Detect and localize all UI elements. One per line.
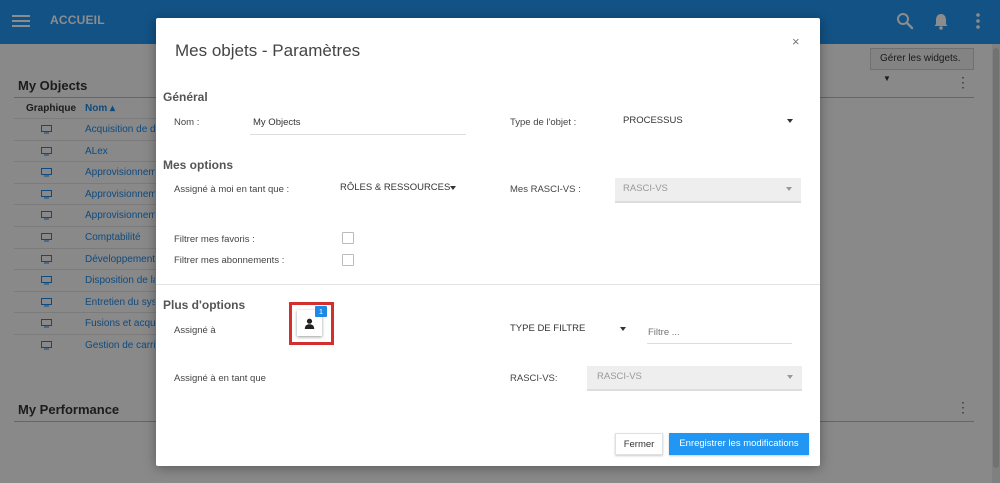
- my-rasci-value: RASCI-VS: [623, 183, 668, 194]
- caret-down-icon: [786, 187, 792, 191]
- my-rasci-label: Mes RASCI-VS :: [510, 184, 581, 195]
- object-type-select[interactable]: PROCESSUS: [623, 115, 795, 133]
- name-label: Nom :: [174, 117, 200, 128]
- filter-type-select[interactable]: TYPE DE FILTRE: [510, 323, 628, 341]
- dialog-title: Mes objets - Paramètres: [175, 41, 361, 60]
- section-general-heading: Général: [163, 90, 208, 104]
- my-rasci-select[interactable]: RASCI-VS: [615, 178, 801, 203]
- settings-dialog: Mes objets - Paramètres × Général Nom : …: [156, 18, 820, 466]
- save-changes-button[interactable]: Enregistrer les modifications: [669, 433, 809, 455]
- filter-favorites-checkbox[interactable]: [342, 232, 354, 244]
- caret-down-icon: [787, 375, 793, 379]
- caret-down-icon: [450, 186, 456, 190]
- assigned-to-label: Assigné à: [174, 325, 216, 336]
- assigned-as-select[interactable]: RÔLES & RESSOURCES: [340, 182, 458, 200]
- section-more-options-heading: Plus d'options: [163, 298, 246, 312]
- section-my-options-heading: Mes options: [163, 158, 234, 172]
- caret-down-icon: [787, 119, 793, 123]
- filter-subscriptions-checkbox[interactable]: [342, 254, 354, 266]
- object-type-value: PROCESSUS: [623, 115, 683, 126]
- filter-favorites-label: Filtrer mes favoris :: [174, 234, 255, 245]
- filter-subscriptions-label: Filtrer mes abonnements :: [174, 255, 285, 266]
- filter-input[interactable]: [647, 322, 792, 344]
- assigned-as-label: Assigné à moi en tant que :: [174, 184, 290, 195]
- rasci-label: RASCI-VS:: [510, 373, 558, 384]
- divider: [156, 284, 820, 285]
- object-type-label: Type de l'objet :: [510, 117, 577, 128]
- highlight-box: 1: [289, 302, 334, 345]
- close-button[interactable]: Fermer: [615, 433, 663, 455]
- name-input[interactable]: My Objects: [250, 115, 466, 135]
- filter-type-value: TYPE DE FILTRE: [510, 323, 586, 334]
- assigned-as-role-label: Assigné à en tant que: [174, 373, 266, 384]
- rasci-value: RASCI-VS: [597, 371, 642, 382]
- assigned-as-value: RÔLES & RESSOURCES: [340, 182, 451, 193]
- caret-down-icon: [620, 327, 626, 331]
- rasci-select[interactable]: RASCI-VS: [587, 366, 802, 391]
- close-icon[interactable]: ×: [792, 34, 800, 49]
- user-icon: [304, 318, 315, 329]
- assigned-count-badge: 1: [315, 306, 327, 317]
